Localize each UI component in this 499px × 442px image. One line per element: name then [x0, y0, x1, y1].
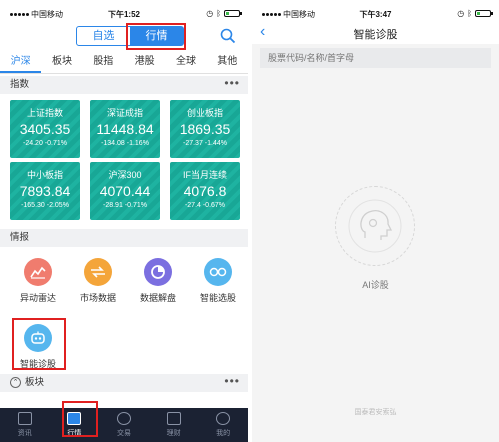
market-tabs: 沪深 板块 股指 港股 全球 其他 — [0, 52, 248, 74]
tab-other[interactable]: 其他 — [207, 52, 248, 73]
nav-trade[interactable]: 交易 — [99, 408, 149, 442]
user-icon — [216, 412, 231, 425]
tab-sector[interactable]: 板块 — [41, 52, 82, 73]
alarm-icon: ◷ — [206, 9, 214, 18]
feature-anomaly-radar[interactable]: 异动雷达 — [8, 258, 68, 304]
index-section-header: 指数 ••• — [0, 76, 248, 94]
segment-watchlist[interactable]: 自选 — [77, 27, 130, 45]
feature-market-data[interactable]: 市场数据 — [68, 258, 128, 304]
ai-head-icon — [348, 199, 401, 252]
tab-hk-stocks[interactable]: 港股 — [124, 52, 165, 73]
nav-header: ‹ 智能诊股 — [252, 22, 499, 44]
trade-icon — [116, 412, 131, 425]
collapse-icon[interactable]: ⌃ — [10, 376, 21, 388]
index-tile[interactable]: 创业板指 1869.35 -27.37 -1.44% — [170, 100, 240, 158]
page-title: 智能诊股 — [353, 29, 398, 41]
bottom-navigation: 资讯 行情 交易 理财 我的 — [0, 408, 248, 442]
index-tile[interactable]: 深证成指 11448.84 -134.08 -1.16% — [90, 100, 160, 158]
pie-chart-icon — [144, 258, 172, 286]
highlight-smart-diagnosis — [12, 318, 66, 370]
bluetooth-icon: ᛒ — [467, 9, 472, 18]
index-tile[interactable]: 中小板指 7893.84 -165.30 -2.05% — [10, 162, 80, 220]
alarm-icon: ◷ — [457, 9, 465, 18]
nav-news[interactable]: 资讯 — [0, 408, 50, 442]
wallet-icon — [166, 412, 181, 425]
news-icon — [17, 412, 32, 425]
left-screen: 中国移动 下午1:52 ◷ ᛒ 自选 行情 沪深 板块 股指 港股 全球 其他 … — [0, 0, 248, 442]
status-bar: 中国移动 下午1:52 ◷ ᛒ — [0, 8, 248, 22]
ai-diagnosis-button[interactable] — [335, 186, 415, 266]
battery-icon — [475, 10, 493, 17]
radar-icon — [24, 258, 52, 286]
index-tile[interactable]: IF当月连续 4076.8 -27.4 -0.67% — [170, 162, 240, 220]
ai-diagnosis-label: AI诊股 — [362, 280, 389, 290]
more-icon[interactable]: ••• — [224, 76, 240, 90]
glasses-icon — [204, 258, 232, 286]
board-section-header: ⌃ 板块 ••• — [0, 374, 248, 392]
highlight-nav-market — [62, 401, 98, 437]
feature-smart-picking[interactable]: 智能选股 — [188, 258, 248, 304]
battery-icon — [224, 10, 242, 17]
bluetooth-icon: ᛒ — [216, 9, 221, 18]
index-tile[interactable]: 上证指数 3405.35 -24.20 -0.71% — [10, 100, 80, 158]
stock-search-input[interactable] — [260, 48, 491, 68]
nav-wealth[interactable]: 理财 — [149, 408, 199, 442]
status-bar: 中国移动 下午3:47 ◷ ᛒ — [252, 0, 499, 22]
arrows-icon — [84, 258, 112, 286]
footer-text: 国泰君安索弘 — [354, 409, 397, 416]
highlight-market-tab — [126, 23, 186, 50]
tab-global[interactable]: 全球 — [165, 52, 206, 73]
index-tile[interactable]: 沪深300 4070.44 -28.91 -0.71% — [90, 162, 160, 220]
nav-me[interactable]: 我的 — [198, 408, 248, 442]
feature-data-analysis[interactable]: 数据解盘 — [128, 258, 188, 304]
right-screen: 中国移动 下午3:47 ◷ ᛒ ‹ 智能诊股 AI诊股 国泰君安索弘 — [252, 0, 499, 442]
tab-index-futures[interactable]: 股指 — [83, 52, 124, 73]
search-icon[interactable] — [220, 28, 236, 44]
tab-shanghai-shenzhen[interactable]: 沪深 — [0, 52, 42, 73]
intel-section-header: 情报 — [0, 229, 248, 247]
more-icon[interactable]: ••• — [224, 374, 240, 388]
